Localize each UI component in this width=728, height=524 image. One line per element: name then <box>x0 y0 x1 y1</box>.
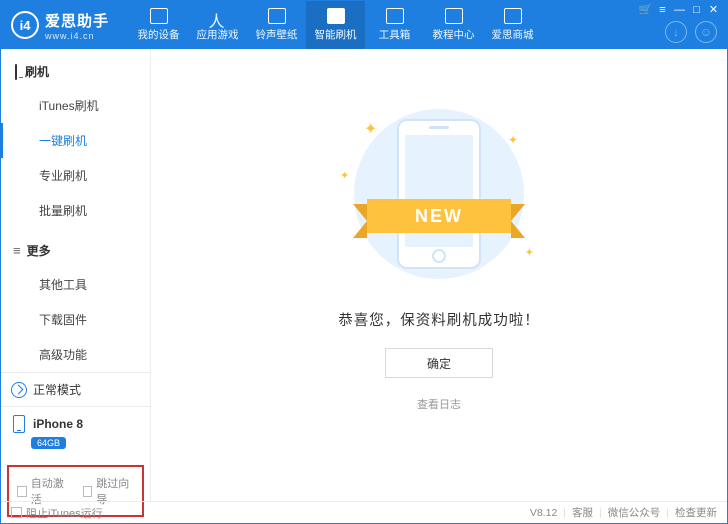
sidebar-section-title: 刷机 <box>25 63 49 80</box>
main-content: ✦ ✦ ✦ ✦ NEW 恭喜您，保资料刷机成功啦！ 确定 查看日志 <box>151 49 727 501</box>
sidebar-item-other-tools[interactable]: 其他工具 <box>1 267 150 302</box>
refresh-icon[interactable] <box>11 382 27 398</box>
sidebar-item-batch-flash[interactable]: 批量刷机 <box>1 193 150 228</box>
tab-tutorials[interactable]: 教程中心 <box>424 1 483 49</box>
sidebar-section-flash: 刷机 <box>1 55 150 88</box>
view-log-link[interactable]: 查看日志 <box>417 396 461 412</box>
logo-icon: i4 <box>11 11 39 39</box>
device-mode-label: 正常模式 <box>33 381 81 398</box>
tab-store[interactable]: 爱思商城 <box>483 1 542 49</box>
tab-label: 铃声壁纸 <box>256 27 298 42</box>
block-itunes-checkbox[interactable]: 阻止iTunes运行 <box>11 505 103 521</box>
sidebar-item-download-firmware[interactable]: 下载固件 <box>1 302 150 337</box>
storage-badge: 64GB <box>31 437 66 449</box>
checkbox-label: 阻止iTunes运行 <box>26 505 103 521</box>
tab-label: 应用游戏 <box>197 27 239 42</box>
list-icon: ≡ <box>13 243 21 258</box>
tab-ringtones[interactable]: 铃声壁纸 <box>247 1 306 49</box>
ok-button[interactable]: 确定 <box>385 348 493 378</box>
brand-url: www.i4.cn <box>45 31 109 41</box>
sidebar-item-itunes-flash[interactable]: iTunes刷机 <box>1 88 150 123</box>
success-message: 恭喜您，保资料刷机成功啦！ <box>338 309 540 330</box>
user-icon[interactable]: ☺ <box>695 21 717 43</box>
customer-service-link[interactable]: 客服 <box>572 505 593 520</box>
wechat-link[interactable]: 微信公众号 <box>608 505 661 520</box>
tab-label: 教程中心 <box>433 27 475 42</box>
sidebar-item-pro-flash[interactable]: 专业刷机 <box>1 158 150 193</box>
brand-name: 爱思助手 <box>45 10 109 31</box>
menu-icon[interactable]: ≡ <box>657 4 668 15</box>
success-illustration: ✦ ✦ ✦ ✦ NEW <box>334 109 544 279</box>
status-bar: 阻止iTunes运行 V8.12 | 客服 | 微信公众号 | 检查更新 <box>1 501 727 523</box>
check-update-link[interactable]: 检查更新 <box>675 505 717 520</box>
phone-icon <box>13 65 19 79</box>
sidebar-section-title: 更多 <box>27 242 51 259</box>
body: 刷机 iTunes刷机 一键刷机 专业刷机 批量刷机 ≡ 更多 其他工具 下载固… <box>1 49 727 501</box>
device-info-panel: iPhone 8 64GB <box>1 406 150 459</box>
new-ribbon-icon: NEW <box>349 194 529 239</box>
window-controls: 🛒 ≡ — □ ✕ <box>640 4 719 15</box>
tab-label: 我的设备 <box>138 27 180 42</box>
app-header: i4 爱思助手 www.i4.cn 我的设备 人应用游戏 铃声壁纸 智能刷机 工… <box>1 1 727 49</box>
ribbon-text: NEW <box>367 199 511 233</box>
sidebar-section-more: ≡ 更多 <box>1 234 150 267</box>
maximize-button[interactable]: □ <box>691 4 702 15</box>
sidebar-item-advanced[interactable]: 高级功能 <box>1 337 150 372</box>
tab-smart-flash[interactable]: 智能刷机 <box>306 1 365 49</box>
tab-toolbox[interactable]: 工具箱 <box>365 1 424 49</box>
close-button[interactable]: ✕ <box>708 4 719 15</box>
header-actions: ↓ ☺ <box>665 21 717 43</box>
sidebar-item-oneclick-flash[interactable]: 一键刷机 <box>1 123 150 158</box>
version-label: V8.12 <box>530 507 557 519</box>
tab-label: 爱思商城 <box>492 27 534 42</box>
tab-my-device[interactable]: 我的设备 <box>129 1 188 49</box>
tab-apps-games[interactable]: 人应用游戏 <box>188 1 247 49</box>
cart-icon[interactable]: 🛒 <box>640 4 651 15</box>
device-mode-panel: 正常模式 <box>1 372 150 406</box>
brand-block: 爱思助手 www.i4.cn <box>45 10 109 41</box>
tab-label: 智能刷机 <box>315 27 357 42</box>
sidebar: 刷机 iTunes刷机 一键刷机 专业刷机 批量刷机 ≡ 更多 其他工具 下载固… <box>1 49 151 501</box>
tab-label: 工具箱 <box>379 27 411 42</box>
download-icon[interactable]: ↓ <box>665 21 687 43</box>
minimize-button[interactable]: — <box>674 4 685 15</box>
phone-icon <box>13 415 25 433</box>
nav-tabs: 我的设备 人应用游戏 铃声壁纸 智能刷机 工具箱 教程中心 爱思商城 <box>129 1 542 49</box>
device-name: iPhone 8 <box>33 417 83 431</box>
